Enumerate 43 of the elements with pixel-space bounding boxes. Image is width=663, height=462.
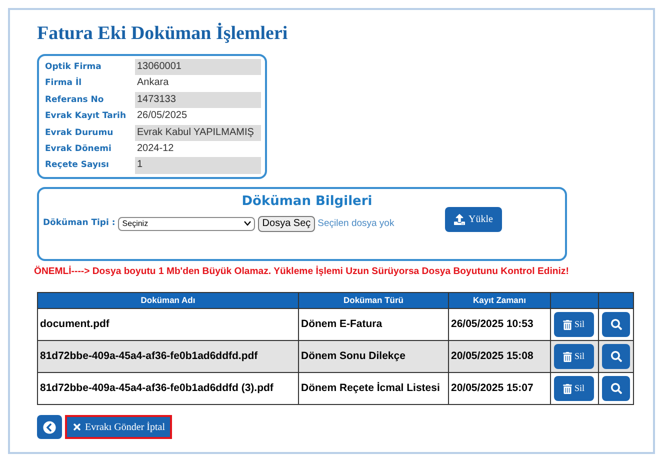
table-cell: 20/05/2025 15:07 bbox=[448, 372, 550, 405]
upload-icon bbox=[454, 214, 466, 226]
column-header: Kayıt Zamanı bbox=[448, 292, 550, 309]
chevron-left-icon bbox=[43, 420, 56, 434]
info-value: 1 bbox=[136, 158, 143, 172]
document-type-select[interactable]: Seçiniz bbox=[118, 216, 256, 231]
close-icon bbox=[72, 422, 82, 432]
delete-button[interactable]: Sil bbox=[554, 344, 594, 370]
view-button[interactable] bbox=[602, 376, 630, 402]
delete-button[interactable]: Sil bbox=[554, 312, 594, 338]
view-button[interactable] bbox=[602, 344, 630, 370]
warning-text: ÖNEMLİ----> Dosya boyutu 1 Mb'den Büyük Olamaz. Yükleme İşlemi Uzun Sürüyorsa Dosya Boyutunu Kontrol Ediniz! bbox=[34, 264, 570, 279]
back-button[interactable] bbox=[37, 415, 62, 440]
search-icon bbox=[610, 319, 622, 330]
trash-icon bbox=[563, 384, 572, 394]
trash-icon bbox=[563, 352, 572, 362]
info-value: 2024-12 bbox=[136, 142, 174, 156]
info-value: 13060001 bbox=[136, 60, 182, 74]
table-cell: 81d72bbe-409a-45a4-af36-fe0b1ad6ddfd (3).pdf bbox=[38, 372, 298, 405]
info-value: Evrak Kabul YAPILMAMIŞ bbox=[136, 126, 254, 140]
table-cell: Dönem Reçete İcmal Listesi bbox=[298, 372, 448, 405]
info-label: Evrak Durumu bbox=[43, 124, 135, 142]
search-icon bbox=[610, 383, 622, 394]
choose-file-button[interactable]: Dosya Seç bbox=[258, 216, 315, 232]
cancel-send-button[interactable]: Evrakı Gönder İptal bbox=[65, 415, 172, 440]
panel-title: Döküman Bilgileri bbox=[242, 192, 372, 211]
info-value: 26/05/2025 bbox=[136, 109, 188, 124]
document-type-label: Döküman Tipi : bbox=[43, 217, 116, 230]
file-status: Seçilen dosya yok bbox=[318, 216, 394, 231]
info-value: 1473133 bbox=[136, 92, 176, 107]
delete-button[interactable]: Sil bbox=[554, 376, 594, 402]
info-value: Ankara bbox=[136, 76, 169, 90]
info-label: Reçete Sayısı bbox=[43, 157, 135, 174]
info-label: Optik Firma bbox=[43, 59, 135, 76]
column-header: Doküman Adı bbox=[38, 292, 298, 309]
trash-icon bbox=[563, 320, 572, 330]
column-header: Doküman Türü bbox=[298, 292, 448, 309]
page-title: Fatura Eki Doküman İşlemleri bbox=[37, 24, 289, 43]
search-icon bbox=[610, 351, 622, 362]
info-label: Referans No bbox=[43, 92, 135, 108]
chevron-down-icon bbox=[244, 221, 252, 226]
view-button[interactable] bbox=[602, 312, 630, 338]
upload-button[interactable]: Yükle bbox=[445, 207, 502, 232]
